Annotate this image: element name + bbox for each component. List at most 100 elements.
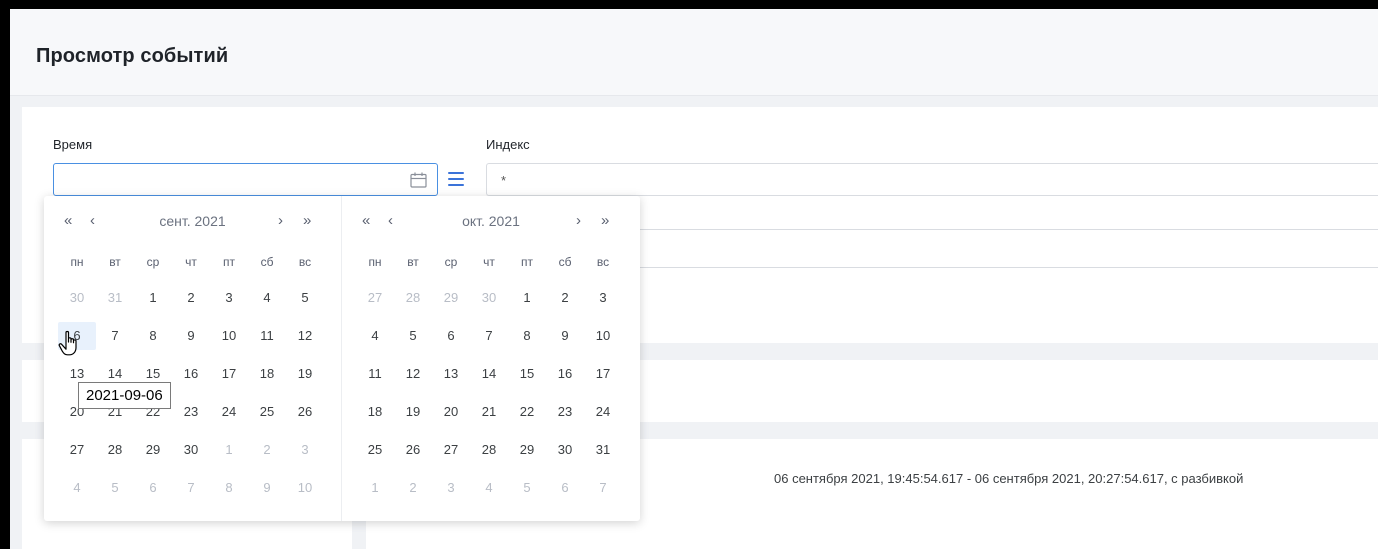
calendar-day[interactable]: 30 xyxy=(172,436,210,464)
calendar-day[interactable]: 1 xyxy=(210,436,248,464)
calendar-day[interactable]: 10 xyxy=(584,322,622,350)
calendar-week-row: 11 12 13 14 15 16 17 xyxy=(356,360,622,388)
calendar-day[interactable]: 4 xyxy=(470,474,508,502)
calendar-week-row: 4 5 6 7 8 9 10 xyxy=(356,322,622,350)
calendar-day[interactable]: 10 xyxy=(210,322,248,350)
calendar-week-row: 1234567 xyxy=(356,474,622,502)
calendar-day[interactable]: 19 xyxy=(286,360,324,388)
calendar-day[interactable]: 12 xyxy=(286,322,324,350)
calendar-day[interactable]: 5 xyxy=(96,474,134,502)
calendar-day[interactable]: 26 xyxy=(286,398,324,426)
calendar-day[interactable]: 7 xyxy=(96,322,134,350)
calendar-day[interactable]: 17 xyxy=(210,360,248,388)
next-year-icon[interactable]: » xyxy=(601,211,609,231)
calendar-day[interactable]: 9 xyxy=(172,322,210,350)
calendar-day[interactable]: 23 xyxy=(546,398,584,426)
calendar-week-row: 27 28 29 30 1 2 3 xyxy=(356,284,622,312)
calendar-day[interactable]: 5 xyxy=(508,474,546,502)
weekday-label: вс xyxy=(298,255,312,269)
calendar-day[interactable]: 3 xyxy=(210,284,248,312)
calendar-day[interactable]: 2 xyxy=(172,284,210,312)
calendar-day[interactable]: 22 xyxy=(508,398,546,426)
calendar-day[interactable]: 2 xyxy=(248,436,286,464)
calendar-day[interactable]: 18 xyxy=(356,398,394,426)
calendar-day[interactable]: 3 xyxy=(286,436,324,464)
calendar-day[interactable]: 1 xyxy=(134,284,172,312)
calendar-day[interactable]: 6 xyxy=(432,322,470,350)
calendar-day[interactable]: 25 xyxy=(356,436,394,464)
query-input[interactable] xyxy=(610,229,1378,268)
calendar-day[interactable]: 17 xyxy=(584,360,622,388)
calendar-day[interactable]: 30 xyxy=(546,436,584,464)
calendar-day[interactable]: 6 xyxy=(134,474,172,502)
calendar-day[interactable]: 29 xyxy=(432,284,470,312)
calendar-day[interactable]: 16 xyxy=(546,360,584,388)
next-month-icon[interactable]: › xyxy=(278,211,283,231)
calendar-day[interactable]: 21 xyxy=(470,398,508,426)
calendar-day[interactable]: 9 xyxy=(248,474,286,502)
calendar-day[interactable]: 3 xyxy=(432,474,470,502)
calendar-day[interactable]: 7 xyxy=(470,322,508,350)
calendar-day[interactable]: 9 xyxy=(546,322,584,350)
calendar-day[interactable]: 2 xyxy=(394,474,432,502)
calendar-day[interactable]: 24 xyxy=(584,398,622,426)
time-label: Время xyxy=(53,137,93,152)
calendar-day[interactable]: 30 xyxy=(58,284,96,312)
calendar-day[interactable]: 7 xyxy=(172,474,210,502)
calendar-day[interactable]: 12 xyxy=(394,360,432,388)
calendar-day[interactable]: 27 xyxy=(432,436,470,464)
calendar-day[interactable]: 5 xyxy=(394,322,432,350)
calendar-day[interactable]: 1 xyxy=(508,284,546,312)
calendar-day[interactable]: 28 xyxy=(96,436,134,464)
calendar-day[interactable]: 27 xyxy=(356,284,394,312)
calendar-day[interactable]: 1 xyxy=(356,474,394,502)
calendar-day[interactable]: 26 xyxy=(394,436,432,464)
calendar-day[interactable]: 18 xyxy=(248,360,286,388)
next-year-icon[interactable]: » xyxy=(303,211,311,231)
index-input[interactable]: * xyxy=(486,163,1378,196)
calendar-day[interactable]: 3 xyxy=(584,284,622,312)
calendar-day[interactable]: 5 xyxy=(286,284,324,312)
calendar-day[interactable]: 19 xyxy=(394,398,432,426)
calendar-day[interactable]: 28 xyxy=(470,436,508,464)
calendar-day[interactable]: 30 xyxy=(470,284,508,312)
calendar-day[interactable]: 14 xyxy=(470,360,508,388)
weekday-label: сб xyxy=(260,255,274,269)
calendar-day[interactable]: 31 xyxy=(584,436,622,464)
next-month-icon[interactable]: › xyxy=(576,211,581,231)
calendar-day[interactable]: 10 xyxy=(286,474,324,502)
calendar-day[interactable]: 4 xyxy=(248,284,286,312)
weekday-label: пт xyxy=(223,255,235,269)
calendar-day[interactable]: 24 xyxy=(210,398,248,426)
calendar-day[interactable]: 25 xyxy=(248,398,286,426)
calendar-day[interactable]: 4 xyxy=(356,322,394,350)
calendar-day[interactable]: 31 xyxy=(96,284,134,312)
calendar-day[interactable]: 7 xyxy=(584,474,622,502)
weekday-label: вт xyxy=(109,255,121,269)
calendar-day[interactable]: 28 xyxy=(394,284,432,312)
index-label: Индекс xyxy=(486,137,530,152)
calendar-day[interactable]: 16 xyxy=(172,360,210,388)
calendar-day[interactable]: 11 xyxy=(356,360,394,388)
calendar-day[interactable]: 11 xyxy=(248,322,286,350)
weekday-label: пн xyxy=(368,255,382,269)
weekday-header: пн вт ср чт пт сб вс xyxy=(356,255,622,269)
calendar-day[interactable]: 6 xyxy=(546,474,584,502)
calendar-day[interactable]: 15 xyxy=(508,360,546,388)
calendar-day[interactable]: 8 xyxy=(134,322,172,350)
calendar-day[interactable]: 2 xyxy=(546,284,584,312)
calendar-day[interactable]: 13 xyxy=(432,360,470,388)
calendar-day[interactable]: 29 xyxy=(134,436,172,464)
calendar-day[interactable]: 8 xyxy=(210,474,248,502)
weekday-label: вс xyxy=(596,255,610,269)
calendar-day[interactable]: 27 xyxy=(58,436,96,464)
calendar-day[interactable]: 20 xyxy=(432,398,470,426)
calendar-day[interactable]: 29 xyxy=(508,436,546,464)
calendar-day[interactable]: 8 xyxy=(508,322,546,350)
weekday-label: ср xyxy=(444,255,458,269)
calendar-day[interactable]: 4 xyxy=(58,474,96,502)
calendar-icon[interactable] xyxy=(410,172,427,188)
calendar-day[interactable]: 23 xyxy=(172,398,210,426)
time-range-input[interactable] xyxy=(53,163,438,196)
menu-icon[interactable] xyxy=(448,172,464,186)
